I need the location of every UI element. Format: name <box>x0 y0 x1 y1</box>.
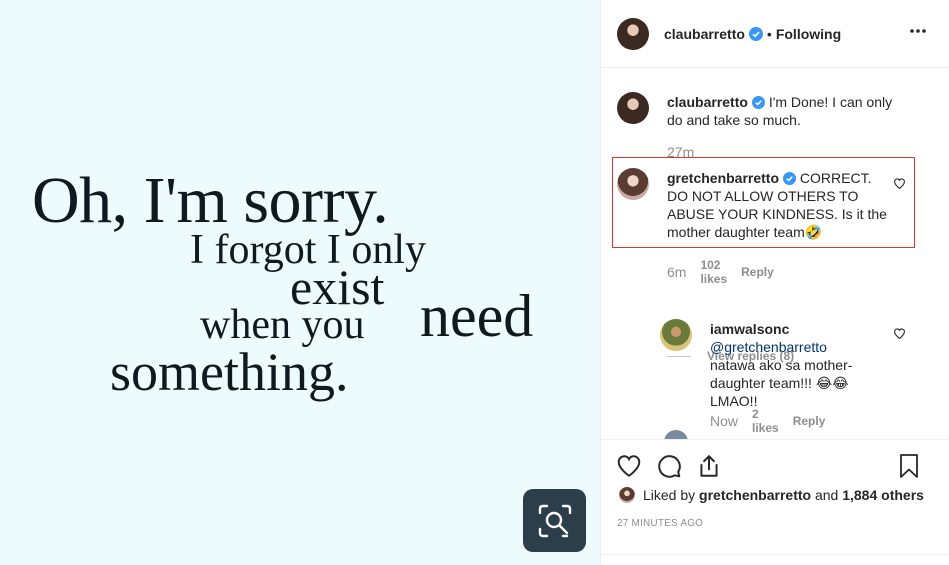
lens-search-icon <box>538 504 571 537</box>
verified-badge-icon <box>748 26 763 41</box>
comment-time: 6m <box>667 264 687 280</box>
reply-text: natawa ako sa mother-daughter team!!! 😂😂… <box>710 357 853 409</box>
verified-badge-icon <box>751 96 765 109</box>
author-avatar[interactable] <box>617 17 649 50</box>
liked-by-prefix: Liked by <box>643 487 696 503</box>
post-actions-section: Liked by gretchenbarretto and 1,884 othe… <box>601 439 949 565</box>
liked-by-text: Liked by gretchenbarretto and 1,884 othe… <box>643 487 924 503</box>
comment-avatar[interactable] <box>617 168 649 200</box>
liked-by-row: Liked by gretchenbarretto and 1,884 othe… <box>619 487 924 503</box>
author-username[interactable]: claubarretto <box>664 26 745 42</box>
separator-dot: • <box>766 25 772 42</box>
comment-reply-button[interactable]: Reply <box>741 265 774 279</box>
reply-body: iamwalsonc @gretchenbarretto natawa ako … <box>710 320 875 410</box>
verified-badge-icon <box>783 172 797 185</box>
caption-username[interactable]: claubarretto <box>667 94 748 110</box>
share-icon[interactable] <box>696 453 722 479</box>
image-text-line-1: Oh, I'm sorry. <box>32 164 389 237</box>
next-comment-avatar-partial <box>664 430 688 439</box>
post-side-panel: claubarretto • Following claubarretto I'… <box>600 0 949 565</box>
comment-username[interactable]: gretchenbarretto <box>667 170 779 186</box>
add-comment-field[interactable]: Add a comment... <box>601 554 949 565</box>
liked-by-avatar <box>619 487 635 503</box>
reply-like-heart-icon[interactable] <box>893 327 906 340</box>
more-options-icon[interactable] <box>909 22 927 40</box>
liked-by-user-link[interactable]: gretchenbarretto <box>699 487 811 503</box>
comment-like-heart-icon[interactable] <box>893 177 906 190</box>
save-bookmark-icon[interactable] <box>897 453 921 479</box>
reply-time: Now <box>710 413 739 429</box>
visual-search-button[interactable] <box>523 489 586 552</box>
liked-by-others-link[interactable]: 1,884 others <box>842 487 924 503</box>
like-heart-icon[interactable] <box>616 453 642 479</box>
reply-avatar[interactable] <box>660 319 692 351</box>
reply-reply-button[interactable]: Reply <box>793 414 826 428</box>
reply-username[interactable]: iamwalsonc <box>710 321 789 337</box>
image-text-line-5: need <box>420 283 534 349</box>
liked-by-and: and <box>814 487 839 503</box>
reply-mention-link[interactable]: @gretchenbarretto <box>710 339 827 355</box>
comment-body: gretchenbarretto CORRECT. DO NOT ALLOW O… <box>667 169 892 241</box>
comment-bubble-icon[interactable] <box>656 453 682 479</box>
comment-likes[interactable]: 102 likes <box>700 258 727 286</box>
post-image: Oh, I'm sorry. I forgot I only exist whe… <box>0 0 600 565</box>
reply-meta: Now 2 likes Reply <box>710 407 839 435</box>
post-timestamp[interactable]: 27 MINUTES AGO <box>617 518 703 529</box>
post-header: claubarretto • Following <box>601 0 949 68</box>
following-button[interactable]: Following <box>776 26 841 42</box>
reply-likes[interactable]: 2 likes <box>752 407 779 435</box>
replies-divider-line <box>667 355 691 357</box>
caption-avatar[interactable] <box>617 92 649 124</box>
image-text-line-4: when you <box>200 302 365 348</box>
comment-meta: 6m 102 likes Reply <box>667 258 788 286</box>
comments-list[interactable]: claubarretto I'm Done! I can only do and… <box>601 69 949 439</box>
image-text-line-6: something. <box>110 342 349 402</box>
caption-body: claubarretto I'm Done! I can only do and… <box>667 93 902 129</box>
